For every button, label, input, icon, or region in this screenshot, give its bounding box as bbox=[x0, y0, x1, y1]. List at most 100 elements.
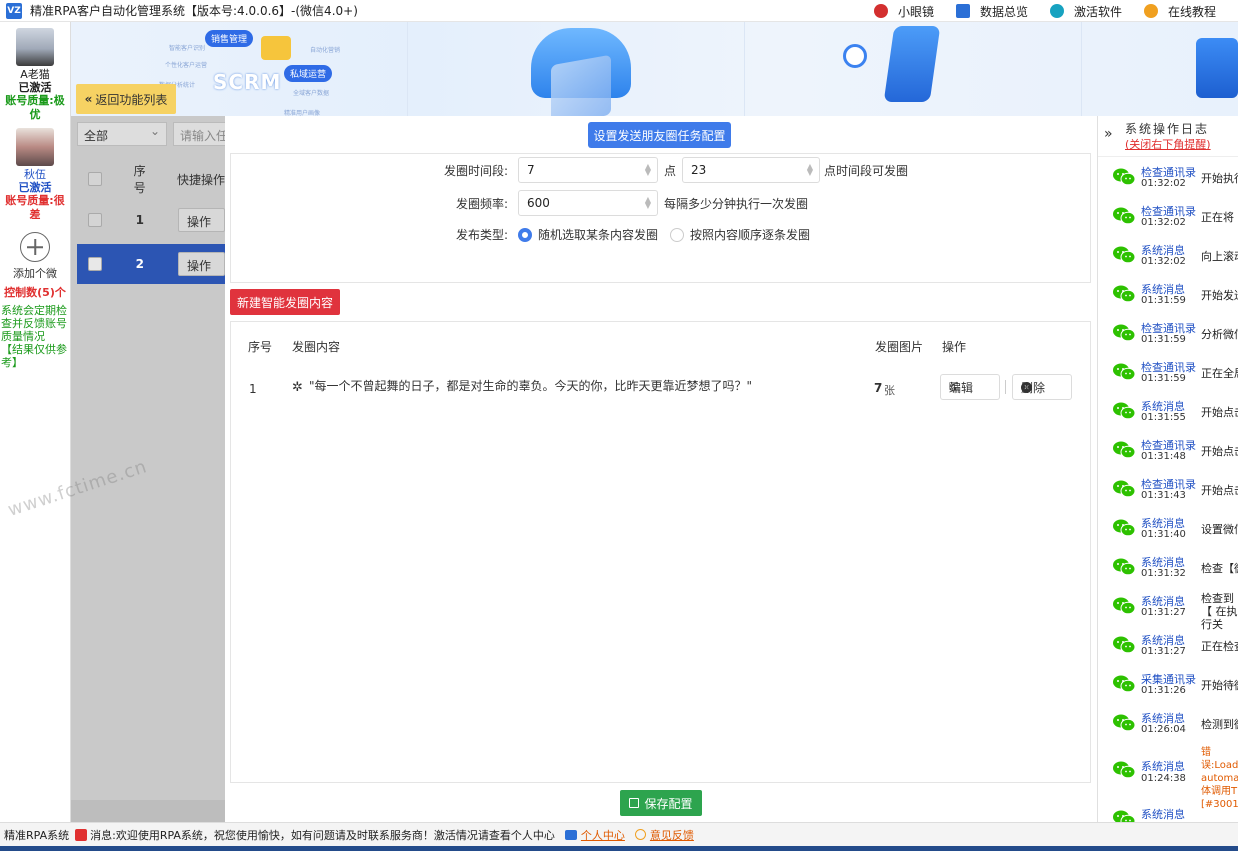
log-time: 01:32:02 bbox=[1141, 217, 1186, 228]
account-item[interactable]: A老猫 已激活 账号质量:极优 bbox=[0, 28, 70, 122]
wechat-icon bbox=[1112, 440, 1136, 460]
bottom-strip bbox=[0, 846, 1238, 851]
radio-sequential-label: 按照内容顺序逐条发圈 bbox=[690, 228, 811, 242]
log-message: 正在将【 bbox=[1201, 211, 1238, 224]
log-time: 01:31:55 bbox=[1141, 412, 1186, 423]
log-time: 01:31:43 bbox=[1141, 490, 1186, 501]
wechat-icon bbox=[1112, 809, 1136, 822]
row-action-dropdown[interactable]: 操作 bbox=[177, 252, 225, 276]
menu-tutorial[interactable]: 在线教程 bbox=[1143, 3, 1216, 20]
publish-type-row: 发布类型: 随机选取某条内容发圈 按照内容顺序逐条发圈 bbox=[374, 226, 810, 243]
save-config-button[interactable]: 保存配置 bbox=[620, 790, 702, 816]
menu-data-overview[interactable]: 数据总览 bbox=[955, 3, 1028, 20]
avatar bbox=[16, 128, 54, 166]
row-action-dropdown[interactable]: 操作 bbox=[177, 208, 225, 232]
time-range-label: 发圈时间段: bbox=[443, 163, 508, 178]
feedback-link[interactable]: 意见反馈 bbox=[650, 827, 694, 843]
log-header: » 系统操作日志 (关闭右下角提醒) bbox=[1098, 116, 1238, 154]
time-start-input[interactable]: 7 ▲ ▼ bbox=[518, 157, 658, 183]
frequency-label: 发圈频率: bbox=[455, 196, 508, 211]
system-log-panel: » 系统操作日志 (关闭右下角提醒) 检查通讯录01:32:02开始执行检查通讯… bbox=[1097, 116, 1238, 822]
edit-button[interactable]: 🖫 编辑 bbox=[940, 374, 1000, 400]
double-chevron-right-icon[interactable]: » bbox=[1104, 126, 1113, 142]
log-time: 01:32:02 bbox=[1141, 178, 1186, 189]
wechat-icon bbox=[1112, 479, 1136, 499]
time-mid-label: 点 bbox=[664, 163, 677, 178]
wechat-icon bbox=[1112, 557, 1136, 577]
user-icon bbox=[564, 829, 577, 840]
double-chevron-left-icon: « bbox=[84, 92, 93, 106]
image-unit: 张 bbox=[884, 384, 895, 397]
log-title: 系统操作日志 bbox=[1125, 122, 1210, 136]
moment-content-table: 序号 发圈内容 发圈图片 操作 1 ✲ "每一个不曾起舞的日子，都是对生命的辜负… bbox=[230, 321, 1091, 783]
log-type: 系统消息 bbox=[1141, 760, 1185, 773]
back-to-function-list-button[interactable]: « 返回功能列表 bbox=[76, 84, 176, 114]
add-account-button[interactable]: 添加个微 控制数(5)个 bbox=[0, 232, 70, 300]
log-message: 开始发送 bbox=[1201, 289, 1238, 302]
menu-data-overview-label: 数据总览 bbox=[979, 4, 1028, 19]
delete-button[interactable]: ✕ 删除 bbox=[1012, 374, 1072, 400]
status-system: 精准RPA系统 bbox=[4, 828, 70, 842]
row-checkbox[interactable] bbox=[88, 213, 102, 227]
menu-eye-label: 小眼镜 bbox=[897, 4, 934, 19]
header-index: 序号 bbox=[133, 164, 146, 195]
log-message: 正在全局 bbox=[1201, 367, 1238, 380]
log-time: 01:31:32 bbox=[1141, 568, 1186, 579]
log-item: 系统消息01:24:38错误:Load automa 体调用T [#30012 bbox=[1098, 742, 1238, 810]
save-icon bbox=[629, 798, 640, 808]
log-message: 开始点击 bbox=[1201, 484, 1238, 497]
log-message: 开始待微 bbox=[1201, 679, 1238, 692]
dialog-title-button[interactable]: 设置发送朋友圈任务配置 bbox=[588, 122, 731, 148]
wechat-icon bbox=[1112, 245, 1136, 265]
row-checkbox[interactable] bbox=[88, 257, 102, 271]
plus-icon bbox=[20, 232, 50, 262]
account-item[interactable]: 秋伍 已激活 账号质量:很差 bbox=[0, 128, 70, 222]
log-message: 正在检查 bbox=[1201, 640, 1238, 653]
row-index: 1 bbox=[249, 382, 257, 396]
log-item: 检查通讯录01:31:59正在全局 bbox=[1098, 352, 1238, 391]
radio-random[interactable] bbox=[518, 227, 532, 242]
log-time: 01:31:27 bbox=[1141, 607, 1186, 618]
control-count: 控制数(5)个 bbox=[4, 286, 66, 299]
menu-eye[interactable]: 小眼镜 bbox=[873, 3, 934, 20]
log-item: 检查通讯录01:31:59分析微信 bbox=[1098, 313, 1238, 352]
wechat-icon bbox=[1112, 362, 1136, 382]
close-reminder-link[interactable]: (关闭右下角提醒) bbox=[1125, 136, 1211, 152]
log-message: 设置微信 bbox=[1201, 523, 1238, 536]
col-index: 序号 bbox=[248, 340, 273, 354]
delete-label: 删除 bbox=[1021, 380, 1046, 395]
time-end-input[interactable]: 23 ▲ ▼ bbox=[682, 157, 821, 183]
table-row[interactable]: 2 操作 bbox=[77, 244, 225, 284]
search-input[interactable]: 请输入任 bbox=[173, 122, 233, 146]
log-item: 系统消息01:31:40设置微信 bbox=[1098, 508, 1238, 547]
account-quality: 账号质量:极优 bbox=[5, 94, 65, 121]
log-item: 系统消息01:31:59开始发送 bbox=[1098, 274, 1238, 313]
banner-text: 自动化营销 bbox=[310, 47, 341, 54]
moments-task-dialog: 设置发送朋友圈任务配置 发圈时间段: 7 ▲ ▼ 点 23 ▲ ▼ 点时间段可发圈 … bbox=[225, 116, 1097, 822]
account-list-panel: 全部 请输入任 序号 快捷操作 1 操作 2 操作 bbox=[71, 116, 233, 822]
menu-activate[interactable]: 激活软件 bbox=[1049, 3, 1122, 20]
new-moment-content-button[interactable]: 新建智能发圈内容 bbox=[230, 289, 340, 315]
frequency-input[interactable]: 600 ▲ ▼ bbox=[518, 190, 658, 216]
log-type: 系统消息 bbox=[1141, 808, 1185, 821]
eye-icon bbox=[873, 4, 888, 18]
database-icon bbox=[551, 54, 611, 116]
wechat-icon bbox=[1112, 206, 1136, 226]
log-message: 开始执行 bbox=[1201, 172, 1238, 185]
image-count: 7 bbox=[874, 381, 883, 395]
log-item: 检查通讯录01:31:48开始点击 bbox=[1098, 430, 1238, 469]
log-item: 检查通讯录01:31:43开始点击 bbox=[1098, 469, 1238, 508]
radio-sequential[interactable] bbox=[670, 227, 685, 242]
key-icon bbox=[1049, 4, 1064, 18]
table-row[interactable]: 1 操作 bbox=[77, 200, 225, 240]
filter-select[interactable]: 全部 bbox=[77, 122, 167, 146]
log-time: 01:31:59 bbox=[1141, 334, 1186, 345]
select-all-checkbox[interactable] bbox=[88, 172, 102, 186]
list-header: 序号 快捷操作 bbox=[77, 164, 225, 195]
chart-icon bbox=[261, 36, 291, 60]
log-time: 01:32:02 bbox=[1141, 256, 1186, 267]
wechat-icon bbox=[1112, 760, 1136, 780]
personal-center-link[interactable]: 个人中心 bbox=[581, 827, 625, 843]
banner-text: 精准用户画像 bbox=[284, 110, 321, 116]
banner-text: 智能客户识别 bbox=[169, 45, 206, 52]
